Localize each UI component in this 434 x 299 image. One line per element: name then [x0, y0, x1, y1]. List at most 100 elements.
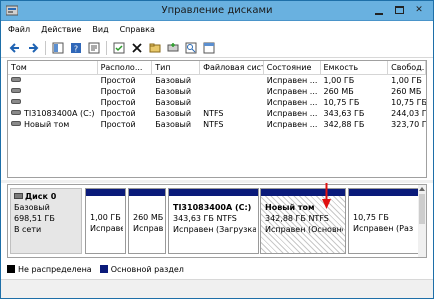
legend-swatch-black	[7, 265, 15, 273]
add-button[interactable]	[165, 40, 181, 56]
scroll-thumb[interactable]	[419, 194, 425, 224]
disk-icon	[14, 193, 23, 199]
forward-button[interactable]	[25, 40, 41, 56]
table-row[interactable]: Простой Базовый Исправен ... 1,00 ГБ 1,0…	[8, 75, 426, 86]
check-icon	[113, 42, 125, 53]
legend-label: Основной раздел	[110, 264, 184, 274]
legend: Не распределена Основной раздел	[7, 262, 427, 276]
column-header-volume[interactable]: Том	[8, 61, 98, 74]
table-row[interactable]: Простой Базовый Исправен ... 10,75 ГБ 10…	[8, 97, 426, 108]
search-icon	[185, 42, 197, 53]
title-bar[interactable]: Управление дисками ✕	[1, 1, 433, 21]
panel-icon	[52, 42, 64, 53]
table-row[interactable]: Новый том Простой Базовый NTFS Исправен …	[8, 119, 426, 130]
pane-splitter[interactable]	[1, 180, 433, 183]
volume-filesystem	[200, 75, 264, 86]
toolbar-separator	[106, 40, 107, 55]
disk-map-pane: Диск 0 Базовый 698,51 ГБ В сети 1,00 ГБ …	[7, 184, 427, 258]
legend-label: Не распределена	[18, 264, 92, 274]
open-icon	[149, 43, 161, 52]
partition-recovery-end[interactable]: 10,75 ГБ Исправен (Раз	[348, 188, 419, 254]
disk-size: 698,51 ГБ	[14, 214, 55, 223]
window-button[interactable]	[201, 40, 217, 56]
properties-icon	[88, 42, 100, 53]
volume-capacity: 260 МБ	[323, 87, 354, 96]
menu-view[interactable]: Вид	[92, 25, 108, 34]
toolbar: ?	[1, 38, 433, 58]
disk-icon	[167, 42, 179, 51]
drive-icon	[11, 88, 21, 93]
partition-band	[169, 189, 258, 196]
show-hide-tree-button[interactable]	[50, 40, 66, 56]
check-button[interactable]	[111, 40, 127, 56]
close-button[interactable]: ✕	[409, 3, 429, 18]
delete-icon	[132, 42, 142, 53]
volume-free-space: 244,03 ГБ	[391, 109, 426, 118]
menu-help[interactable]: Справка	[120, 25, 155, 34]
partition-efi[interactable]: 260 МБ Исправен	[128, 188, 166, 254]
volume-type: Базовый	[155, 76, 192, 85]
help-button[interactable]: ?	[68, 40, 84, 56]
legend-swatch-blue	[99, 265, 108, 273]
menu-file[interactable]: Файл	[8, 25, 30, 34]
maximize-button[interactable]	[389, 3, 409, 18]
volume-type: Базовый	[155, 87, 192, 96]
delete-button[interactable]	[129, 40, 145, 56]
legend-item-primary: Основной раздел	[99, 264, 184, 274]
volume-type: Базовый	[155, 109, 192, 118]
menu-action[interactable]: Действие	[41, 25, 81, 34]
partition-recovery[interactable]: 1,00 ГБ Исправен	[85, 188, 126, 254]
disk-pane-scrollbar[interactable]	[418, 185, 426, 257]
partition-system-c[interactable]: TI31083400A (C:) 343,63 ГБ NTFS Исправен…	[168, 188, 259, 254]
volume-layout: Простой	[100, 87, 136, 96]
back-button[interactable]	[7, 40, 23, 56]
table-row[interactable]: Простой Базовый Исправен ... 260 МБ 260 …	[8, 86, 426, 97]
column-header-type[interactable]: Тип	[152, 61, 201, 74]
properties-button[interactable]	[86, 40, 102, 56]
disk-type: Базовый	[14, 203, 50, 212]
partition-status: Исправен (Раз	[353, 224, 414, 233]
back-icon	[9, 42, 19, 53]
volume-name: TI31083400A (C:)	[24, 109, 95, 118]
partition-name: Новый том	[265, 203, 315, 212]
disk-info-panel[interactable]: Диск 0 Базовый 698,51 ГБ В сети	[10, 188, 82, 254]
column-header-capacity[interactable]: Емкость	[321, 61, 389, 74]
partition-status: Исправен (Загрузка,	[173, 225, 256, 234]
volume-status: Исправен ...	[266, 98, 318, 107]
legend-item-unallocated: Не распределена	[7, 265, 92, 274]
volume-status: Исправен ...	[266, 76, 318, 85]
disk-management-window: Управление дисками ✕ Файл Действие Вид С…	[0, 0, 434, 299]
partition-band	[349, 189, 418, 196]
minimize-button[interactable]	[369, 3, 389, 18]
volume-filesystem: NTFS	[203, 109, 224, 118]
partition-size: 260 МБ	[133, 213, 163, 222]
forward-icon	[29, 42, 39, 53]
column-header-layout[interactable]: Располо...	[98, 61, 153, 74]
volume-capacity: 10,75 ГБ	[323, 98, 360, 107]
partition-name: TI31083400A (C:)	[173, 203, 252, 212]
volume-list-header: Том Располо... Тип Файловая сист... Сост…	[8, 61, 426, 75]
open-button[interactable]	[147, 40, 163, 56]
window-icon	[203, 42, 215, 53]
volume-capacity: 1,00 ГБ	[323, 76, 355, 85]
drive-icon	[11, 77, 21, 82]
column-header-filesystem[interactable]: Файловая сист...	[200, 61, 264, 74]
search-button[interactable]	[183, 40, 199, 56]
table-row[interactable]: TI31083400A (C:) Простой Базовый NTFS Ис…	[8, 108, 426, 119]
toolbar-separator	[45, 40, 46, 55]
partition-new-volume[interactable]: Новый том 342,88 ГБ NTFS Исправен (Основ…	[260, 188, 346, 254]
partition-band	[261, 189, 345, 196]
minimize-icon	[375, 13, 383, 15]
column-header-free-space[interactable]: Свобод...	[388, 61, 426, 74]
volume-name: Новый том	[24, 120, 70, 129]
scroll-up-icon[interactable]	[419, 187, 425, 191]
disk-status: В сети	[14, 225, 42, 234]
volume-filesystem	[200, 97, 264, 108]
status-bar	[1, 279, 433, 298]
column-header-status[interactable]: Состояние	[264, 61, 321, 74]
volume-list: Том Располо... Тип Файловая сист... Сост…	[7, 60, 427, 178]
partition-band	[129, 189, 165, 196]
volume-layout: Простой	[100, 109, 136, 118]
menu-bar: Файл Действие Вид Справка	[1, 21, 433, 37]
volume-status: Исправен ...	[266, 87, 318, 96]
